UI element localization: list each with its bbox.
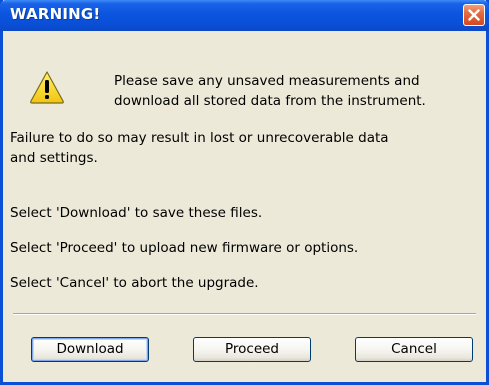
instruction-proceed: Select 'Proceed' to upload new firmware … bbox=[10, 240, 359, 256]
instruction-cancel: Select 'Cancel' to abort the upgrade. bbox=[10, 275, 259, 291]
download-button[interactable]: Download bbox=[31, 337, 149, 362]
proceed-button[interactable]: Proceed bbox=[193, 337, 311, 362]
close-icon bbox=[468, 9, 480, 21]
warning-dialog: WARNING! Please save any unsaved measure… bbox=[0, 0, 489, 385]
dialog-title: WARNING! bbox=[10, 5, 101, 23]
close-button[interactable] bbox=[463, 4, 485, 26]
message-line-1: Please save any unsaved measurements and bbox=[114, 73, 420, 89]
cancel-button[interactable]: Cancel bbox=[355, 337, 473, 362]
warning-triangle-icon bbox=[30, 71, 64, 104]
message-line-2: download all stored data from the instru… bbox=[114, 93, 426, 109]
title-bar[interactable]: WARNING! bbox=[0, 0, 489, 31]
failure-line-1: Failure to do so may result in lost or u… bbox=[10, 130, 389, 146]
divider bbox=[13, 313, 476, 315]
failure-line-2: and settings. bbox=[10, 150, 98, 166]
instruction-download: Select 'Download' to save these files. bbox=[10, 205, 263, 221]
